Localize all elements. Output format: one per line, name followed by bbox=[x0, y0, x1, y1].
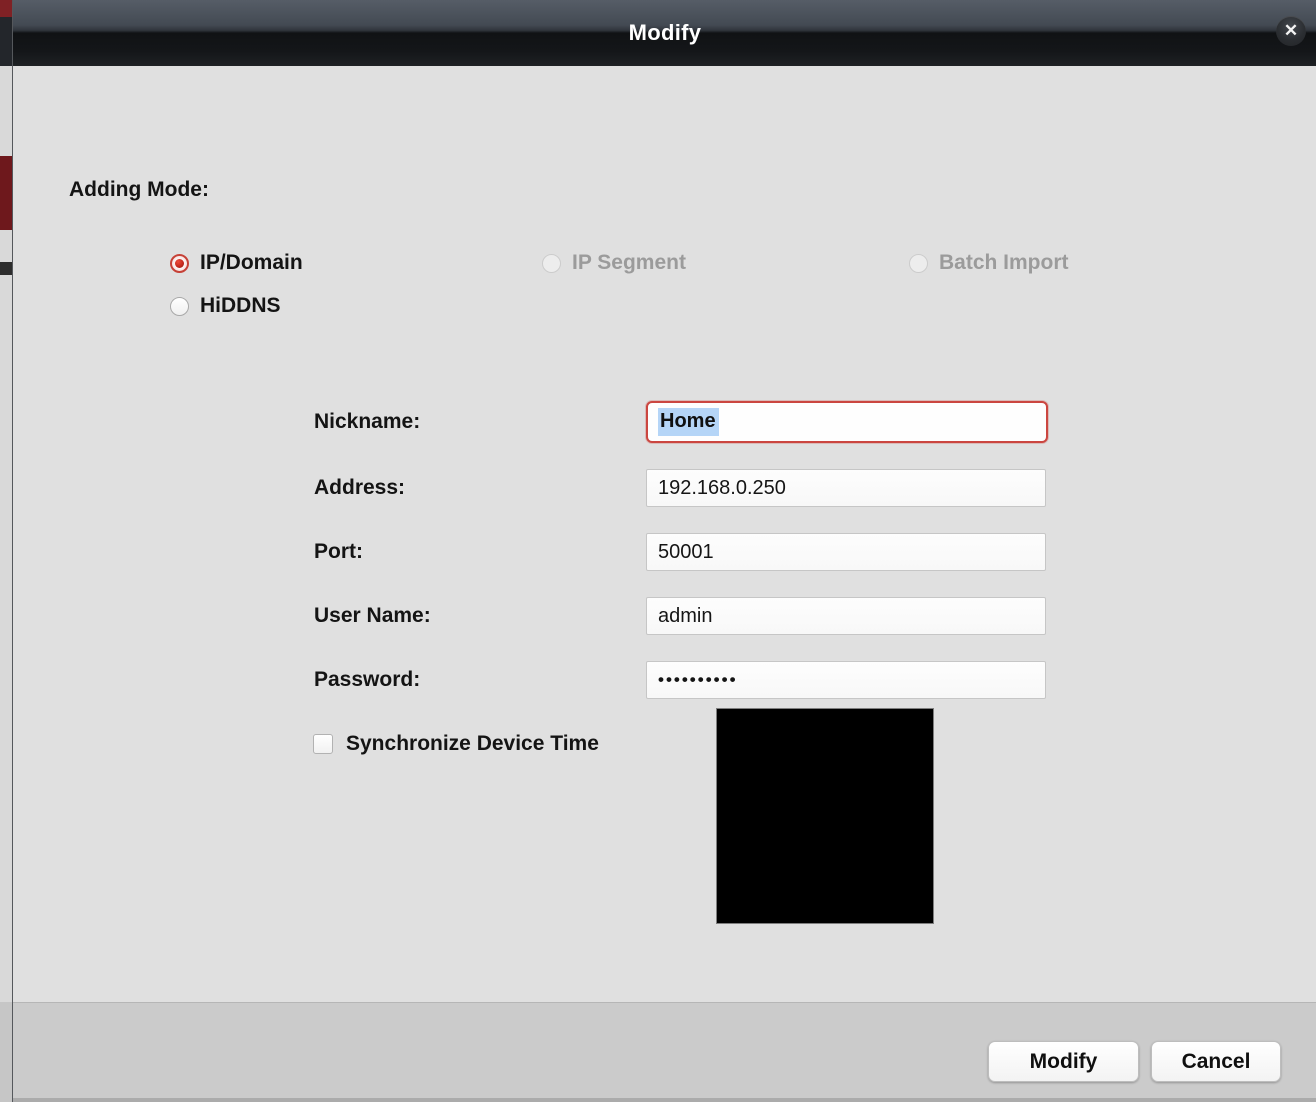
radio-option-ip-segment: IP Segment bbox=[542, 250, 686, 276]
dialog-title: Modify bbox=[13, 20, 1316, 46]
close-button[interactable]: ✕ bbox=[1276, 16, 1306, 46]
redacted-block bbox=[716, 708, 934, 924]
address-input[interactable] bbox=[646, 469, 1046, 507]
nickname-selected-text: Home bbox=[658, 408, 719, 436]
background-app-strip bbox=[0, 0, 12, 1102]
checkbox-unchecked-icon bbox=[313, 734, 333, 754]
modify-dialog-screen: Modify ✕ Adding Mode: IP/Domain IP Segme… bbox=[0, 0, 1316, 1102]
address-label: Address: bbox=[314, 476, 405, 500]
window-bottom-edge bbox=[13, 1098, 1316, 1102]
nickname-label: Nickname: bbox=[314, 410, 420, 434]
cancel-button[interactable]: Cancel bbox=[1151, 1041, 1281, 1082]
dialog-body: Adding Mode: IP/Domain IP Segment Batch … bbox=[13, 66, 1316, 1002]
checkbox-label: Synchronize Device Time bbox=[346, 732, 599, 756]
background-icon-sliver bbox=[0, 262, 12, 275]
nickname-input[interactable]: Home bbox=[646, 401, 1048, 443]
background-maroon-sliver bbox=[0, 156, 12, 230]
modify-dialog: Modify ✕ Adding Mode: IP/Domain IP Segme… bbox=[12, 0, 1316, 1102]
background-red-sliver bbox=[0, 0, 12, 17]
port-input[interactable] bbox=[646, 533, 1046, 571]
radio-unselected-icon bbox=[170, 297, 189, 316]
dialog-footer: Modify Cancel bbox=[13, 1002, 1316, 1102]
close-icon: ✕ bbox=[1276, 16, 1306, 46]
dialog-titlebar: Modify ✕ bbox=[13, 0, 1316, 66]
radio-option-label: HiDDNS bbox=[200, 294, 281, 318]
radio-option-label: IP Segment bbox=[572, 251, 686, 275]
radio-option-hiddns[interactable]: HiDDNS bbox=[170, 293, 281, 319]
username-input[interactable] bbox=[646, 597, 1046, 635]
port-label: Port: bbox=[314, 540, 363, 564]
radio-option-batch-import: Batch Import bbox=[909, 250, 1069, 276]
radio-option-label: IP/Domain bbox=[200, 251, 303, 275]
password-label: Password: bbox=[314, 668, 420, 692]
radio-option-label: Batch Import bbox=[939, 251, 1069, 275]
adding-mode-label: Adding Mode: bbox=[69, 178, 209, 202]
modify-button[interactable]: Modify bbox=[988, 1041, 1139, 1082]
synchronize-device-time-checkbox[interactable]: Synchronize Device Time bbox=[313, 732, 599, 756]
username-label: User Name: bbox=[314, 604, 431, 628]
radio-unselected-icon bbox=[542, 254, 561, 273]
radio-unselected-icon bbox=[909, 254, 928, 273]
background-footer-sliver bbox=[0, 1002, 12, 1102]
radio-option-ip-domain[interactable]: IP/Domain bbox=[170, 250, 303, 276]
radio-selected-icon bbox=[170, 254, 189, 273]
password-input[interactable] bbox=[646, 661, 1046, 699]
